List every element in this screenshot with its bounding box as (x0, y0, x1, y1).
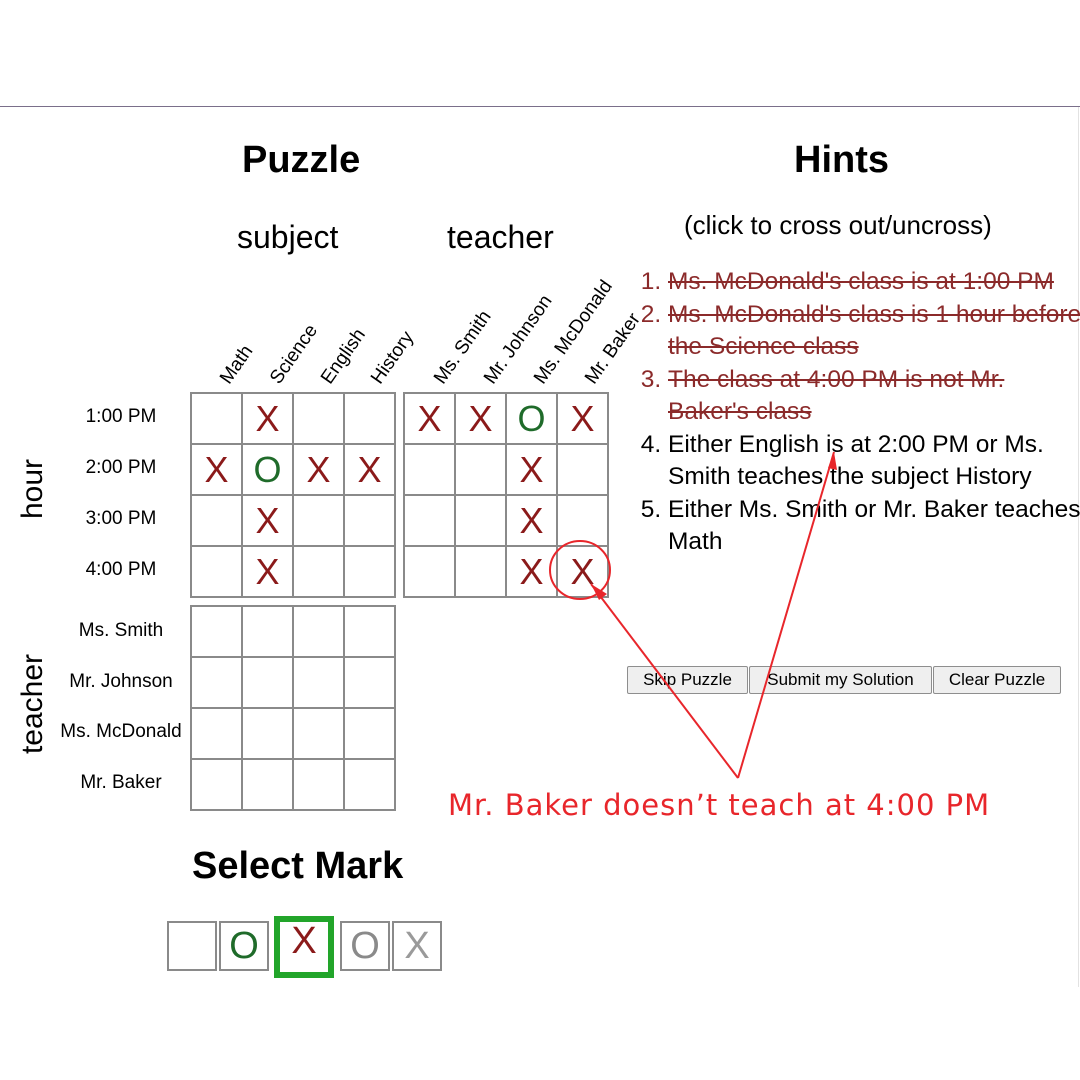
annotation-arrow-line-right (737, 451, 835, 779)
annotation-overlay (549, 451, 837, 779)
annotation-text: Mr. Baker doesn’t teach at 4:00 PM (448, 788, 991, 822)
annotation-arrow-line-left (590, 583, 739, 779)
